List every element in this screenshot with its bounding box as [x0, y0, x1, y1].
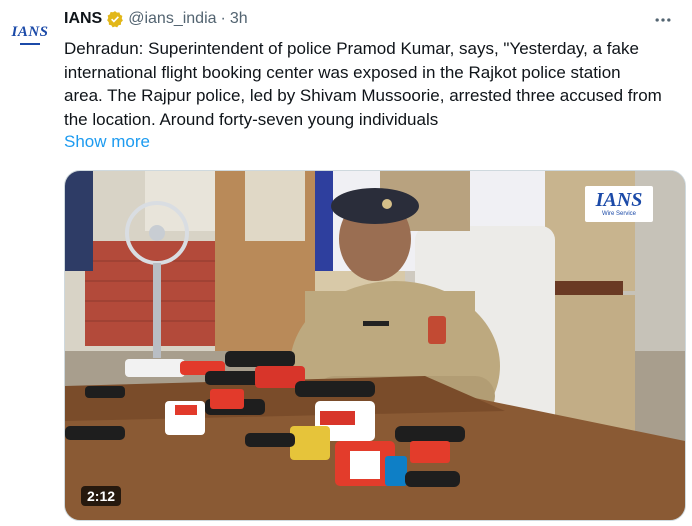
video-duration-badge: 2:12 [81, 486, 122, 506]
verified-badge-icon[interactable] [106, 10, 124, 28]
author-handle[interactable]: @ians_india [128, 9, 216, 29]
more-options-button[interactable] [648, 8, 678, 32]
tweet-text: Dehradun: Superintendent of police Pramo… [64, 39, 667, 129]
video-player[interactable]: IANS Wire Service 2:12 [64, 170, 686, 521]
watermark-main: IANS [595, 189, 643, 211]
avatar-logo-text: IANS [11, 23, 49, 40]
author-name[interactable]: IANS [64, 9, 102, 29]
video-thumbnail [65, 171, 685, 520]
avatar-logo-underline [20, 43, 40, 45]
avatar[interactable]: IANS [8, 10, 52, 54]
watermark-sub: Wire Service [601, 211, 636, 217]
separator-dot: · [220, 10, 226, 27]
tweet-time[interactable]: 3h [230, 9, 248, 29]
show-more-link[interactable]: Show more [64, 132, 150, 152]
tweet-header: IANS @ians_india · 3h [64, 9, 248, 29]
more-horizontal-icon [655, 18, 671, 22]
watermark-logo: IANS Wire Service [585, 186, 653, 222]
